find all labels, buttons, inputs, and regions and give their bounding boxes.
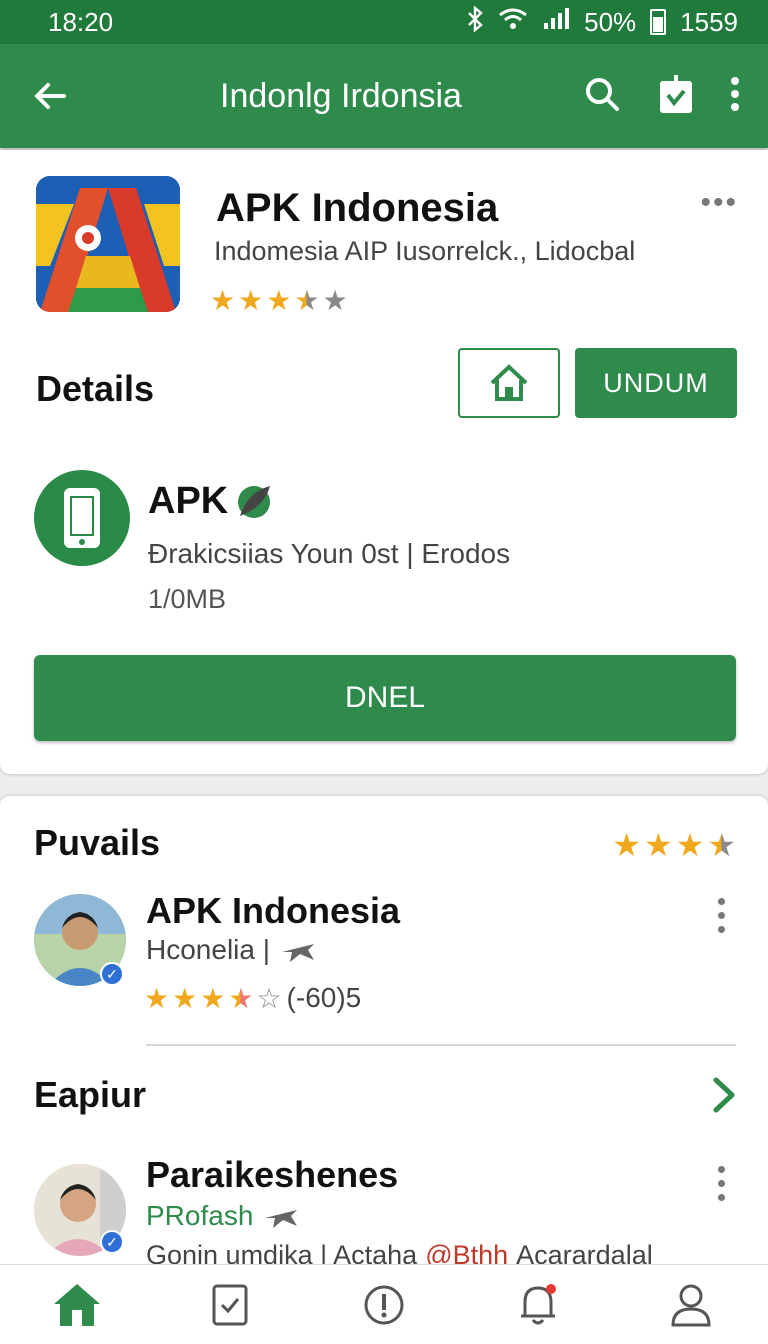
info-icon <box>364 1285 404 1324</box>
item-meta-highlight[interactable]: @Bthh <box>425 1240 508 1264</box>
review-stars: ★ ★ ★ ★ ☆ (-60)5 <box>144 982 361 1015</box>
reviews-rating-stars: ★ ★ ★ ★ <box>612 826 736 864</box>
app-logo <box>36 176 180 312</box>
item-sub-text: PRofash <box>146 1200 254 1231</box>
status-bar: 18:20 50% 1559 <box>0 0 768 44</box>
apk-title-row: APK <box>148 480 274 523</box>
primary-download-button[interactable]: DNEL <box>34 655 736 741</box>
home-icon <box>53 1283 100 1326</box>
page-title: Indonlg Irdonsia <box>220 76 462 115</box>
star-icon: ★ <box>612 827 641 863</box>
plane-icon <box>282 944 315 962</box>
app-details-card: APK Indonesia Indomesia AIP Iusorrelck.,… <box>0 150 768 774</box>
reviewer-sub-text: Hconelia | <box>146 934 271 965</box>
nav-tasks[interactable] <box>190 1273 270 1337</box>
app-bar: Indonlg Irdonsia <box>0 44 768 148</box>
apk-size: 1/0MB <box>148 584 227 614</box>
half-star-icon: ★ <box>228 983 254 1014</box>
plane-icon <box>265 1210 298 1228</box>
app-name: APK Indonesia <box>216 186 499 230</box>
leaf-badge-icon <box>238 485 271 518</box>
review-more-button[interactable] <box>718 898 726 933</box>
item-sub: PRofash <box>146 1200 301 1232</box>
notification-icon <box>520 1283 556 1324</box>
chevron-right-icon[interactable] <box>712 1076 736 1119</box>
clipboard-check-icon <box>660 74 692 113</box>
star-icon: ★ <box>172 983 198 1014</box>
section-heading: Eapiur <box>34 1074 147 1115</box>
star-icon: ★ <box>643 827 673 863</box>
search-icon <box>586 77 619 111</box>
signal-icon <box>542 7 570 38</box>
nav-home[interactable] <box>37 1273 117 1337</box>
nav-notifications[interactable] <box>498 1273 578 1337</box>
more-horiz-icon[interactable]: ••• <box>700 186 738 220</box>
more-vert-icon <box>731 76 739 111</box>
app-developer: Indomesia AIP Iusorrelck., Lidocbal <box>214 236 636 266</box>
app-rating-stars: ★ ★ ★ ★ ★ <box>210 284 348 317</box>
verified-badge-icon: ✓ <box>100 1230 124 1254</box>
home-outline-icon <box>490 364 528 401</box>
nav-profile[interactable] <box>651 1273 731 1337</box>
home-button[interactable] <box>458 348 560 418</box>
status-extra: 1559 <box>680 6 738 37</box>
phone-icon <box>64 488 100 548</box>
apk-icon <box>34 470 130 566</box>
review-count: (-60)5 <box>286 982 362 1013</box>
bottom-navigation <box>0 1264 768 1344</box>
half-star-icon: ★ <box>707 827 736 863</box>
item-name: Paraikeshenes <box>146 1154 399 1195</box>
details-heading: Details <box>36 368 155 409</box>
wifi-icon <box>498 7 528 38</box>
star-icon: ★ <box>210 285 236 316</box>
apk-meta: Đrakicsiias Youn 0st | Erodos <box>148 538 511 569</box>
status-time: 18:20 <box>48 6 114 37</box>
nav-info[interactable] <box>344 1273 424 1337</box>
item-more-button[interactable] <box>718 1166 726 1201</box>
battery-icon <box>650 9 667 35</box>
item-meta-text-2: Acarardalal <box>516 1240 653 1264</box>
half-star-icon: ★ <box>294 285 320 316</box>
reviewer-sub: Hconelia | <box>146 934 318 966</box>
download-check-button[interactable] <box>658 73 694 120</box>
bluetooth-icon <box>466 4 484 39</box>
item-meta: Gonin umdika | Actaha @Bthh Acarardalal <box>146 1240 653 1264</box>
star-icon: ★ <box>200 983 226 1014</box>
apk-title: APK <box>148 480 229 522</box>
arrow-left-icon <box>35 83 66 109</box>
reviews-heading: Puvails <box>34 822 161 863</box>
reviews-card: Puvails ★ ★ ★ ★ ✓ APK Indonesia Hconelia… <box>0 796 768 1264</box>
undum-button[interactable]: UNDUM <box>575 348 737 418</box>
task-icon <box>212 1284 248 1325</box>
star-icon: ★ <box>266 285 292 316</box>
star-outline-icon: ☆ <box>256 983 282 1014</box>
profile-icon <box>671 1284 711 1326</box>
battery-percent: 50% <box>584 6 637 37</box>
item-meta-text: Gonin umdika | Actaha <box>146 1240 418 1264</box>
star-icon: ★ <box>238 285 264 316</box>
star-icon: ★ <box>144 983 170 1014</box>
reviewer-name: APK Indonesia <box>146 890 401 931</box>
search-button[interactable] <box>582 74 622 119</box>
back-button[interactable] <box>0 78 100 114</box>
star-outline-icon: ★ <box>322 285 348 316</box>
more-options-button[interactable] <box>730 76 740 117</box>
divider <box>146 1044 736 1046</box>
verified-badge-icon: ✓ <box>100 962 124 986</box>
star-icon: ★ <box>675 827 705 863</box>
